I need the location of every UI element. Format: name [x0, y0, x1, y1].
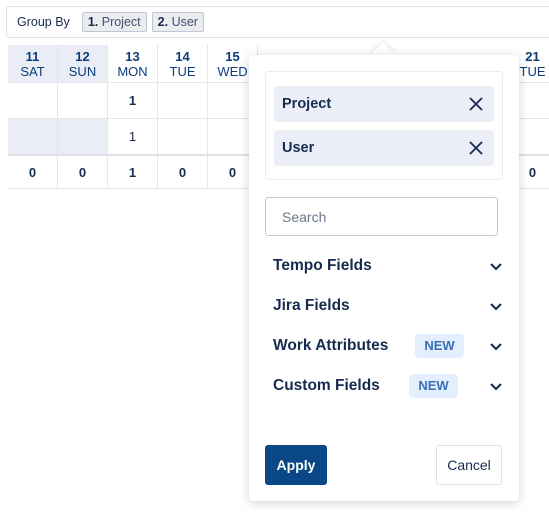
section-label: Tempo Fields — [273, 257, 372, 274]
search-input[interactable] — [265, 197, 498, 236]
chevron-down-icon[interactable] — [489, 259, 503, 273]
group-tag-project[interactable]: 1. Project — [81, 12, 147, 32]
day-header[interactable]: 14 TUE — [158, 45, 207, 82]
day-number: 14 — [175, 49, 190, 64]
field-section[interactable]: Jira Fields — [273, 294, 503, 318]
day-column: 14 TUE 0 — [158, 45, 208, 189]
weekday: MON — [117, 64, 148, 79]
group-tag-user[interactable]: 2. User — [151, 12, 204, 32]
day-number: 13 — [125, 49, 140, 64]
total-cell: 0 — [58, 154, 107, 189]
day-number: 11 — [25, 49, 40, 64]
tag-number: 2. — [157, 15, 169, 29]
project-row-cell[interactable] — [8, 82, 57, 118]
apply-button[interactable]: Apply — [265, 445, 327, 485]
day-column: 12 SUN 0 — [58, 45, 108, 189]
group-by-label: Group By — [17, 15, 70, 29]
popup-arrow — [369, 42, 397, 56]
project-row-cell[interactable] — [158, 82, 207, 118]
day-header[interactable]: 13 MON — [108, 45, 157, 82]
selected-group-project[interactable]: Project — [274, 86, 494, 122]
chip-label: User — [282, 140, 315, 156]
group-by-popup: Project User Tempo Fields Jira Fields Work… — [249, 55, 519, 501]
chevron-down-icon[interactable] — [489, 379, 503, 393]
section-label: Jira Fields — [273, 297, 350, 314]
field-section[interactable]: Custom Fields NEW — [273, 374, 503, 398]
chevron-down-icon[interactable] — [489, 339, 503, 353]
total-cell: 1 — [108, 154, 157, 189]
new-badge: NEW — [415, 334, 464, 358]
tag-name: Project — [101, 15, 141, 29]
user-row-cell[interactable] — [58, 118, 107, 154]
tag-number: 1. — [87, 15, 99, 29]
day-column: 13 MON 1 1 1 — [108, 45, 158, 189]
selected-groups: Project User — [265, 71, 503, 180]
cancel-button[interactable]: Cancel — [436, 445, 502, 485]
day-header[interactable]: 12 SUN — [58, 45, 107, 82]
chevron-down-icon[interactable] — [489, 299, 503, 313]
close-icon[interactable] — [468, 140, 484, 156]
user-row-cell[interactable] — [8, 118, 57, 154]
day-number: 12 — [75, 49, 90, 64]
total-cell: 0 — [158, 154, 207, 189]
user-row-cell[interactable]: 1 — [108, 118, 157, 154]
weekday: SAT — [20, 64, 45, 79]
group-by-bar: Group By 1. Project 2. User — [6, 6, 549, 38]
close-icon[interactable] — [468, 96, 484, 112]
tag-name: User — [171, 15, 198, 29]
section-label: Work Attributes — [273, 337, 389, 354]
total-cell: 0 — [8, 154, 57, 189]
day-header[interactable]: 11 SAT — [8, 45, 57, 82]
project-row-cell[interactable] — [58, 82, 107, 118]
chip-label: Project — [282, 96, 332, 112]
field-section[interactable]: Tempo Fields — [273, 254, 503, 278]
selected-group-user[interactable]: User — [274, 130, 494, 166]
section-label: Custom Fields — [273, 377, 380, 394]
weekday: SUN — [68, 64, 97, 79]
user-row-cell[interactable] — [158, 118, 207, 154]
weekday: TUE — [169, 64, 196, 79]
new-badge: NEW — [409, 374, 458, 398]
field-section[interactable]: Work Attributes NEW — [273, 334, 503, 358]
day-column: 11 SAT 0 — [8, 45, 58, 189]
project-row-cell[interactable]: 1 — [108, 82, 157, 118]
